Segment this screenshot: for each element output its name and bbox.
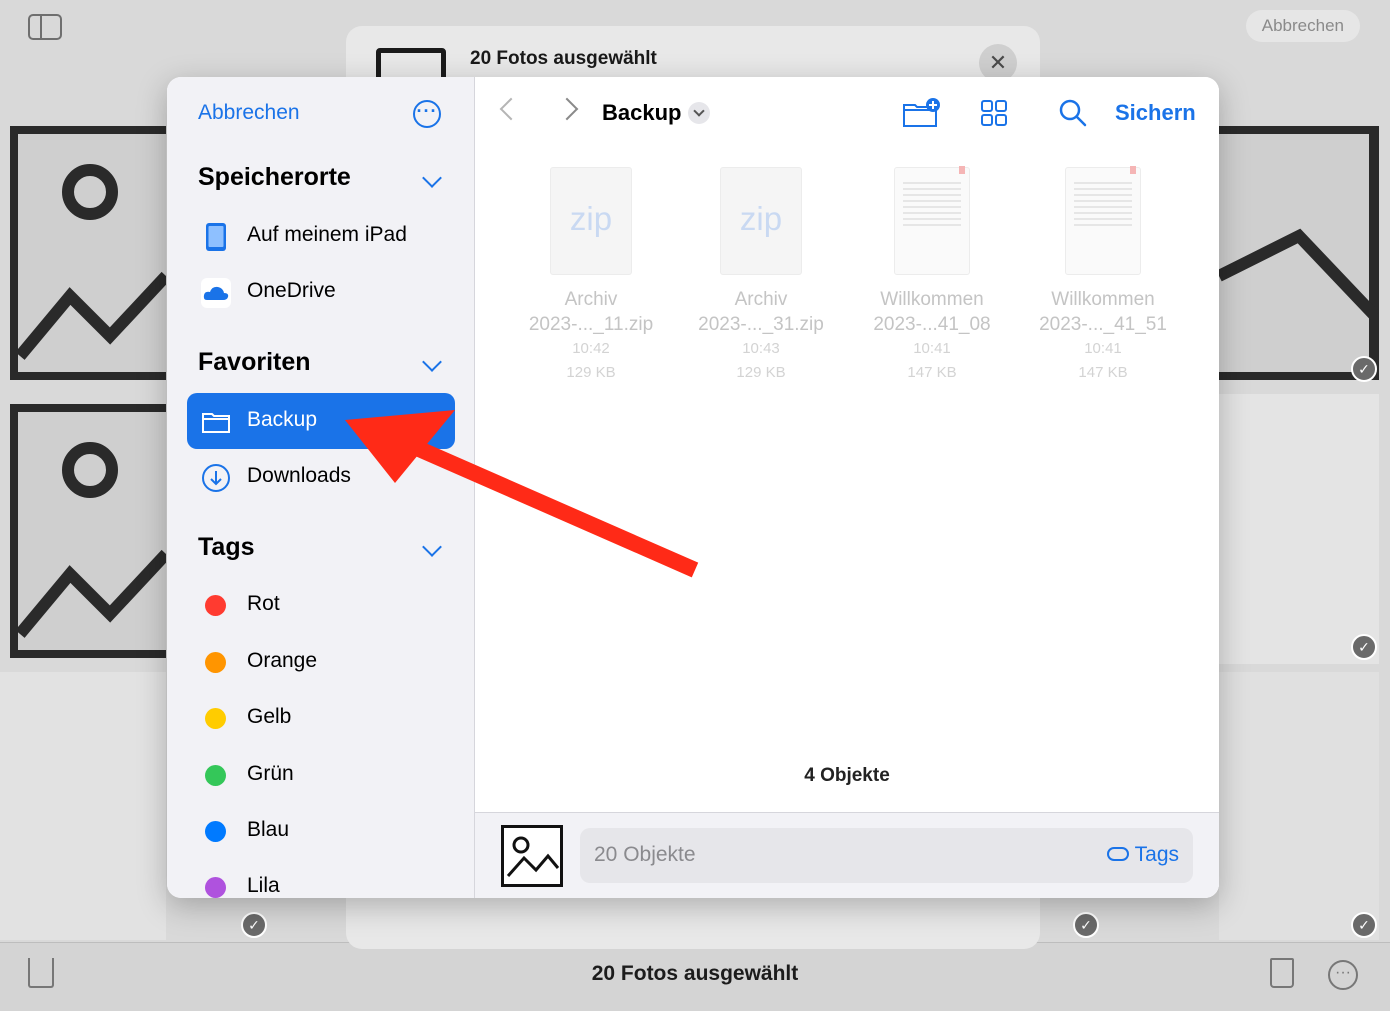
new-folder-icon[interactable] (902, 97, 942, 129)
sidebar-toggle-icon[interactable] (28, 14, 62, 40)
selected-check-icon: ✓ (241, 912, 267, 938)
screenshot-thumbnail[interactable] (1219, 672, 1379, 940)
tags-button[interactable]: Tags (1106, 843, 1179, 867)
file-name: Archiv 2023-..._11.zip (528, 289, 654, 335)
sidebar-tag-orange[interactable]: Orange (187, 634, 455, 690)
sidebar-tag-yellow[interactable]: Gelb (187, 690, 455, 746)
filename-field-text: 20 Objekte (594, 843, 696, 866)
selected-check-icon: ✓ (1351, 912, 1377, 938)
file-browser: Backup Sichern zip Archiv 2023-..._11.zip… (475, 77, 1219, 898)
cancel-button[interactable]: Abbrechen (198, 101, 300, 125)
tag-color-dot (205, 765, 226, 786)
file-item[interactable]: zip Archiv 2023-..._31.zip 10:43 129 KB (676, 167, 846, 385)
sidebar-item-backup[interactable]: Backup (187, 393, 455, 449)
sidebar-item-label: Rot (247, 592, 280, 615)
section-title-favorites: Favoriten (198, 348, 311, 376)
share-sheet-title: 20 Fotos ausgewählt (470, 48, 657, 69)
back-chevron-icon[interactable] (499, 97, 523, 121)
file-name: Willkommen 2023-...41_08 (873, 289, 991, 335)
sidebar-item-label: Orange (247, 649, 318, 672)
sidebar-item-downloads[interactable]: Downloads (187, 449, 455, 505)
file-item[interactable]: Willkommen 2023-...41_08 10:41 147 KB (847, 166, 1017, 385)
background-cancel-button[interactable]: Abbrechen (1245, 10, 1360, 42)
photo-thumbnail[interactable] (10, 126, 166, 380)
zip-file-icon: zip (550, 167, 632, 275)
save-footer: 20 Objekte Tags (475, 812, 1219, 898)
sidebar-item-on-my-ipad[interactable]: Auf meinem iPad (187, 208, 455, 264)
download-circle-icon (202, 464, 230, 492)
sidebar-item-label: Grün (247, 762, 294, 785)
pdf-document-icon (1065, 166, 1141, 275)
sidebar-item-label: Gelb (247, 705, 292, 728)
file-size: 147 KB (907, 364, 957, 381)
file-time: 10:41 (913, 340, 951, 357)
sidebar-tag-red[interactable]: Rot (187, 577, 455, 633)
folder-title[interactable]: Backup (602, 100, 681, 126)
zip-file-icon: zip (720, 167, 802, 275)
file-time: 10:41 (1084, 340, 1122, 357)
image-thumbnail-icon (501, 825, 563, 887)
sidebar-item-label: Backup (247, 408, 318, 431)
trash-icon[interactable] (1270, 958, 1294, 988)
selection-count-title: 20 Fotos ausgewählt (591, 962, 799, 985)
sidebar: Abbrechen ··· Speicherorte Auf meinem iP… (167, 77, 475, 898)
ipad-icon (206, 223, 226, 251)
section-title-tags: Tags (198, 533, 255, 561)
forward-chevron-icon[interactable] (555, 97, 579, 121)
more-icon[interactable]: ··· (1328, 960, 1358, 990)
photo-thumbnail[interactable] (1219, 126, 1379, 380)
section-title-locations: Speicherorte (198, 163, 351, 191)
sidebar-item-label: Downloads (247, 464, 351, 487)
tag-color-dot (205, 877, 226, 898)
file-size: 129 KB (736, 364, 786, 381)
file-name: Willkommen 2023-..._41_51 (1039, 289, 1167, 335)
sidebar-item-label: Blau (247, 818, 290, 841)
search-icon[interactable] (1058, 98, 1088, 128)
item-count: 4 Objekte (804, 765, 890, 786)
selected-check-icon: ✓ (1073, 912, 1099, 938)
file-time: 10:43 (742, 340, 780, 357)
file-size: 147 KB (1078, 364, 1128, 381)
tag-color-dot (205, 595, 226, 616)
sidebar-tag-blue[interactable]: Blau (187, 803, 455, 859)
sidebar-item-onedrive[interactable]: OneDrive (187, 264, 455, 320)
file-name: Archiv 2023-..._31.zip (698, 289, 824, 335)
folder-icon (202, 413, 230, 433)
selected-check-icon: ✓ (1351, 634, 1377, 660)
sidebar-item-label: Auf meinem iPad (247, 223, 407, 246)
chevron-down-icon[interactable] (688, 102, 710, 124)
file-item[interactable]: Willkommen 2023-..._41_51 10:41 147 KB (1018, 166, 1188, 385)
tag-color-dot (205, 652, 226, 673)
photo-thumbnail[interactable] (10, 404, 166, 658)
chevron-down-icon[interactable] (422, 168, 442, 188)
file-item[interactable]: zip Archiv 2023-..._11.zip 10:42 129 KB (506, 167, 676, 385)
file-time: 10:42 (572, 340, 610, 357)
ellipsis-circle-icon[interactable]: ··· (413, 100, 441, 128)
filename-field[interactable]: 20 Objekte Tags (580, 828, 1193, 883)
selected-check-icon: ✓ (1351, 356, 1377, 382)
save-button[interactable]: Sichern (1115, 100, 1196, 126)
sidebar-tag-purple[interactable]: Lila (187, 859, 455, 898)
sidebar-tag-green[interactable]: Grün (187, 747, 455, 803)
file-size: 129 KB (566, 364, 616, 381)
screenshot-thumbnail[interactable] (1219, 394, 1379, 664)
sidebar-item-label: OneDrive (247, 279, 336, 302)
sidebar-item-label: Lila (247, 874, 280, 897)
tag-icon (1106, 847, 1129, 861)
tag-color-dot (205, 708, 226, 729)
tag-color-dot (205, 821, 226, 842)
files-save-dialog: Abbrechen ··· Speicherorte Auf meinem iP… (167, 77, 1219, 898)
chevron-down-icon[interactable] (422, 537, 442, 557)
grid-view-icon[interactable] (980, 99, 1008, 127)
onedrive-icon (201, 278, 231, 308)
pdf-document-icon (894, 166, 970, 275)
chevron-down-icon[interactable] (422, 352, 442, 372)
screenshot-thumbnail[interactable] (0, 672, 166, 940)
